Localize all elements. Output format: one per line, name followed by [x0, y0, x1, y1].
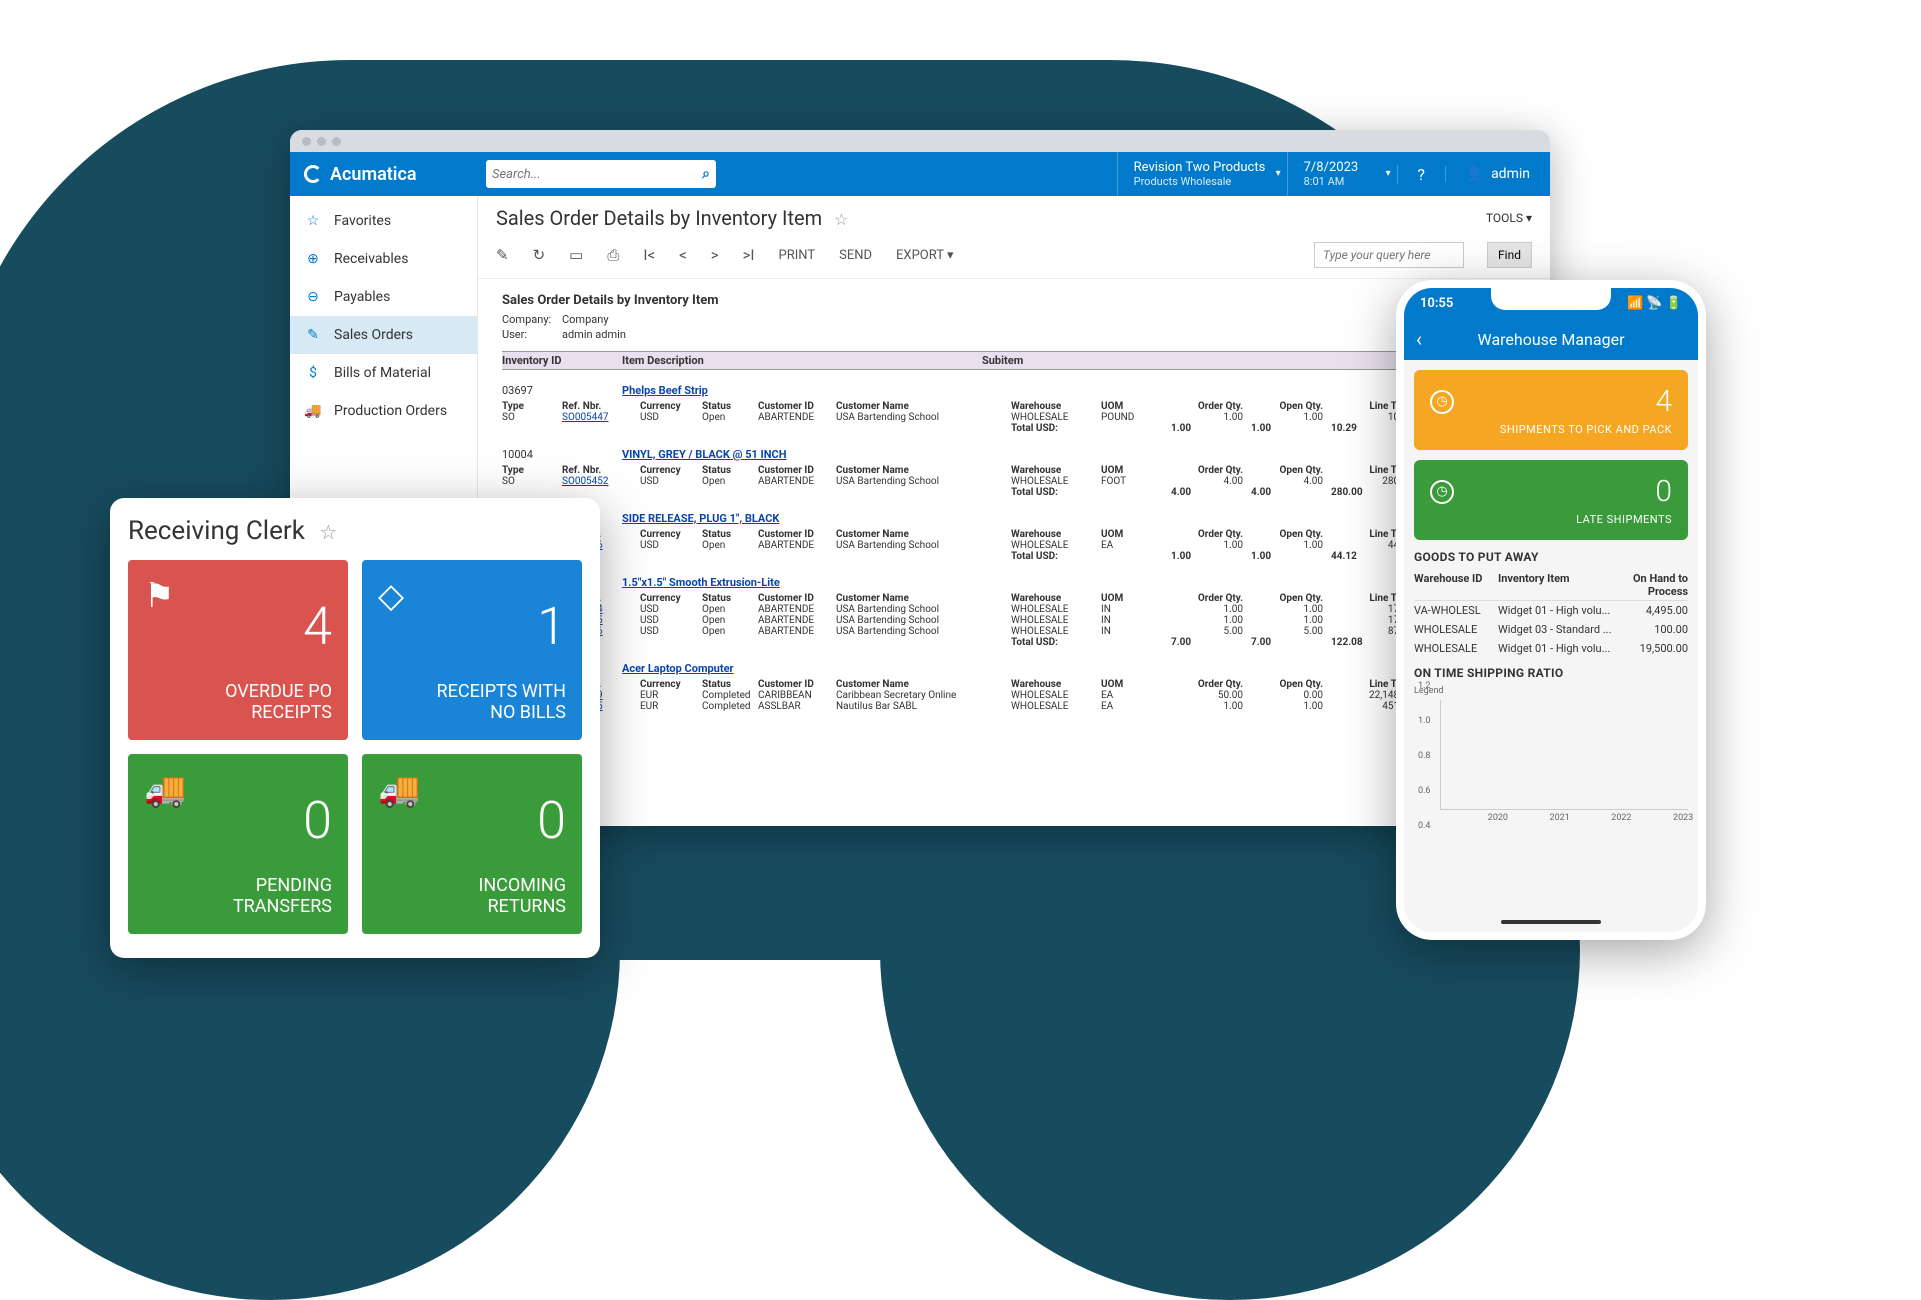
card-title: Receiving Clerk [128, 516, 305, 546]
send-button[interactable]: SEND [839, 248, 872, 263]
nav-icon: $ [304, 364, 322, 382]
clock-icon: ◷ [1430, 390, 1454, 414]
order-link[interactable]: SO005452 [562, 476, 609, 487]
back-icon[interactable]: ‹ [1416, 327, 1422, 351]
tools-menu[interactable]: TOOLS ▾ [1486, 211, 1532, 225]
star-icon[interactable]: ☆ [834, 210, 848, 229]
phone-time: 10:55 [1420, 296, 1453, 311]
chart-header: ON TIME SHIPPING RATIO [1414, 666, 1688, 680]
save-icon[interactable]: ▭ [569, 246, 583, 264]
chevron-down-icon: ▾ [1276, 168, 1281, 179]
sidebar-item-favorites[interactable]: ☆Favorites [290, 202, 477, 240]
kpi-tile[interactable]: 🚚0INCOMINGRETURNS [362, 754, 582, 934]
window-titlebar [290, 130, 1550, 152]
sidebar-item-sales-orders[interactable]: ✎Sales Orders [290, 316, 477, 354]
receiving-clerk-card: Receiving Clerk ☆ ⚑4OVERDUE PORECEIPTS◇1… [110, 498, 600, 958]
page-title: Sales Order Details by Inventory Item [496, 206, 822, 230]
business-date[interactable]: 7/8/2023 8:01 AM ▾ [1287, 152, 1397, 196]
user-menu[interactable]: 👤 admin [1445, 166, 1550, 182]
item-link[interactable]: Phelps Beef Strip [622, 384, 708, 397]
nav-icon: ☆ [304, 212, 322, 230]
help-button[interactable]: ? [1397, 165, 1445, 184]
kpi-tile[interactable]: ⚑4OVERDUE PORECEIPTS [128, 560, 348, 740]
schedule-icon[interactable]: ⎙ [607, 246, 619, 264]
brand-icon [304, 165, 322, 183]
search-input[interactable] [492, 167, 702, 182]
home-indicator[interactable] [1501, 920, 1601, 924]
prev-page-icon[interactable]: < [679, 246, 687, 264]
chevron-down-icon: ▾ [1386, 168, 1391, 179]
query-input[interactable] [1314, 242, 1464, 268]
report-body: Sales Order Details by Inventory Item Co… [478, 279, 1550, 819]
next-page-icon[interactable]: > [711, 246, 719, 264]
sidebar-item-receivables[interactable]: ⊕Receivables [290, 240, 477, 278]
user-name: admin [1491, 166, 1530, 182]
toolbar: ✎ ↻ ▭ ⎙ I< < > >I PRINT SEND EXPORT ▾ Fi… [478, 236, 1550, 279]
metric-card[interactable]: ◷4SHIPMENTS TO PICK AND PACK [1414, 370, 1688, 450]
app-topbar: Acumatica ⌕ Revision Two Products Produc… [290, 152, 1550, 196]
sidebar-item-production-orders[interactable]: 🚚Production Orders [290, 392, 477, 430]
table-row: WHOLESALEWidget 01 - High volu...19,500.… [1414, 639, 1688, 658]
item-link[interactable]: SIDE RELEASE, PLUG 1", BLACK [622, 512, 779, 525]
goods-header: GOODS TO PUT AWAY [1414, 550, 1688, 564]
sidebar-item-payables[interactable]: ⊖Payables [290, 278, 477, 316]
kpi-tile[interactable]: 🚚0PENDINGTRANSFERS [128, 754, 348, 934]
kpi-tile[interactable]: ◇1RECEIPTS WITHNO BILLS [362, 560, 582, 740]
first-page-icon[interactable]: I< [643, 246, 655, 264]
user-icon: 👤 [1466, 166, 1483, 182]
phone-header: ‹ Warehouse Manager [1404, 318, 1698, 360]
mobile-device: 10:55 📶 📡 🔋 ‹ Warehouse Manager ◷4SHIPME… [1396, 280, 1706, 940]
table-row: WHOLESALEWidget 03 - Standard ...100.00 [1414, 620, 1688, 639]
star-icon[interactable]: ☆ [319, 520, 337, 544]
metric-card[interactable]: ◷0LATE SHIPMENTS [1414, 460, 1688, 540]
item-link[interactable]: Acer Laptop Computer [622, 662, 734, 675]
nav-icon: ✎ [304, 326, 322, 344]
search-icon[interactable]: ⌕ [702, 166, 710, 182]
clock-icon: ◷ [1430, 480, 1454, 504]
sidebar-item-bills-of-material[interactable]: $Bills of Material [290, 354, 477, 392]
table-row: VA-WHOLESLWidget 01 - High volu...4,495.… [1414, 601, 1688, 620]
brand-logo: Acumatica [290, 164, 478, 185]
export-button[interactable]: EXPORT ▾ [896, 248, 953, 263]
last-page-icon[interactable]: >I [743, 246, 755, 264]
order-link[interactable]: SO005447 [562, 412, 609, 423]
print-button[interactable]: PRINT [779, 248, 816, 263]
brand-name: Acumatica [330, 164, 417, 185]
phone-title: Warehouse Manager [1478, 330, 1625, 349]
nav-icon: 🚚 [304, 402, 322, 420]
company-selector[interactable]: Revision Two Products Products Wholesale… [1117, 152, 1287, 196]
status-icons: 📶 📡 🔋 [1627, 296, 1682, 311]
item-link[interactable]: 1.5"x1.5" Smooth Extrusion-Lite [622, 576, 780, 589]
item-link[interactable]: VINYL, GREY / BLACK @ 51 INCH [622, 448, 787, 461]
shipping-ratio-chart: Legend 2020202120222023 1.21.00.80.60.4 [1414, 686, 1688, 826]
nav-icon: ⊖ [304, 288, 322, 306]
find-button[interactable]: Find [1487, 242, 1532, 268]
global-search[interactable]: ⌕ [486, 160, 716, 188]
nav-icon: ⊕ [304, 250, 322, 268]
refresh-icon[interactable]: ↻ [533, 246, 546, 264]
edit-icon[interactable]: ✎ [496, 246, 509, 264]
report-title: Sales Order Details by Inventory Item [502, 293, 1526, 308]
